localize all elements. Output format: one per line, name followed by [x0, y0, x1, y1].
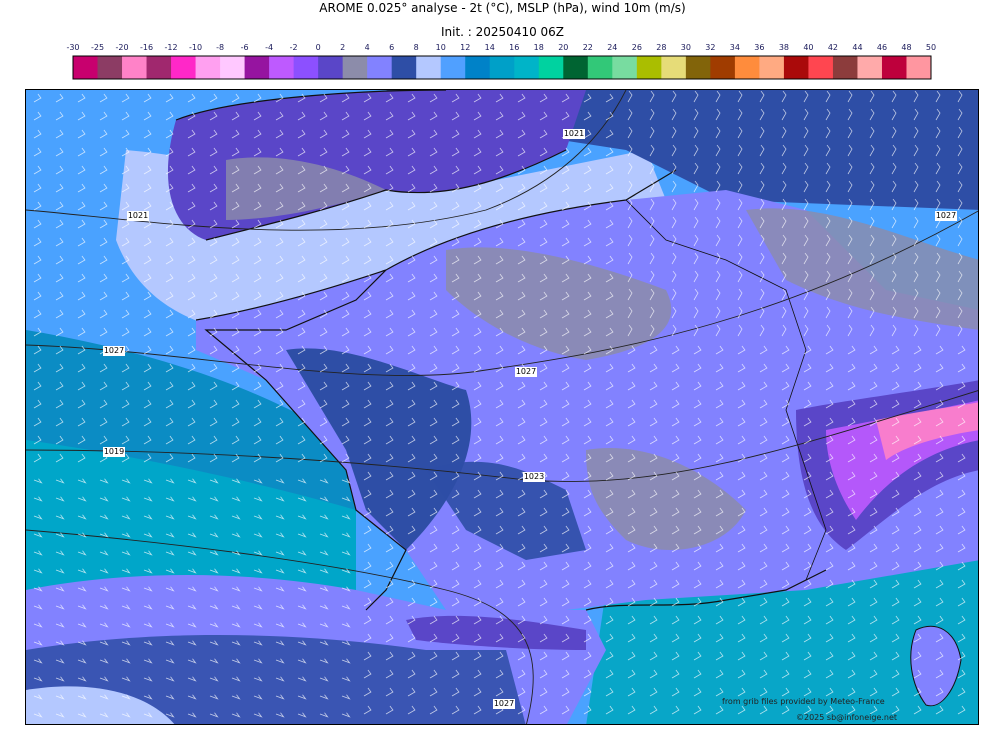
colorbar-tick-label: 50 [926, 43, 936, 52]
colorbar-cell [489, 56, 515, 79]
colorbar-tick-label: 46 [877, 43, 887, 52]
colorbar-tick-label: 16 [509, 43, 519, 52]
colorbar-cell [73, 56, 99, 79]
colorbar-cell [612, 56, 638, 79]
colorbar-tick-label: 12 [460, 43, 470, 52]
colorbar-tick-label: 18 [534, 43, 544, 52]
colorbar-cell [318, 56, 344, 79]
colorbar-tick-label: 14 [485, 43, 495, 52]
colorbar-cell [146, 56, 172, 79]
colorbar-tick-label: 28 [656, 43, 666, 52]
colorbar-cell [857, 56, 883, 79]
colorbar-cell [734, 56, 760, 79]
colorbar-tick-label: 20 [558, 43, 568, 52]
map-canvas: 102110211027102710271023102310271019 [26, 90, 978, 724]
colorbar-tick-label: -16 [140, 43, 153, 52]
colorbar-tick-label: 8 [414, 43, 419, 52]
colorbar-tick-label: 40 [803, 43, 813, 52]
isobar-label: 1021 [127, 211, 149, 221]
colorbar-tick-label: 10 [436, 43, 446, 52]
colorbar-cell [832, 56, 858, 79]
isobar-label: 1027 [935, 211, 957, 221]
colorbar-tick-label: 22 [583, 43, 593, 52]
svg-text:1027: 1027 [494, 699, 514, 708]
colorbar-cell [269, 56, 295, 79]
colorbar-tick-label: 2 [340, 43, 345, 52]
colorbar-tick-label: 26 [632, 43, 642, 52]
colorbar-cell [710, 56, 736, 79]
colorbar-tick-label: -8 [216, 43, 224, 52]
colorbar-cell [391, 56, 417, 79]
colorbar-cell [783, 56, 809, 79]
colorbar-cell [220, 56, 246, 79]
svg-text:1021: 1021 [564, 129, 584, 138]
colorbar-tick-label: 42 [828, 43, 838, 52]
isobar-label: 1027 [493, 699, 515, 709]
colorbar-cell [342, 56, 368, 79]
colorbar-tick-label: -20 [115, 43, 128, 52]
copyright-credit: ©2025 sb@infoneige.net [796, 713, 898, 722]
isobar-label: 1021 [563, 129, 585, 139]
colorbar-tick-label: -25 [91, 43, 104, 52]
colorbar-cell [587, 56, 613, 79]
isobar-label: 1023 [523, 472, 545, 482]
colorbar-tick-label: -6 [241, 43, 249, 52]
svg-text:1027: 1027 [516, 367, 536, 376]
colorbar-cell [906, 56, 932, 79]
isobar-label: 1027 [103, 346, 125, 356]
colorbar-cell [195, 56, 221, 79]
colorbar-cell [538, 56, 564, 79]
colorbar-cell [465, 56, 491, 79]
weather-map: 102110211027102710271023102310271019 [25, 89, 979, 725]
svg-text:1019: 1019 [104, 447, 124, 456]
colorbar-cell [416, 56, 442, 79]
colorbar-cell [514, 56, 540, 79]
colorbar-tick-label: 44 [852, 43, 862, 52]
svg-text:1027: 1027 [104, 346, 124, 355]
colorbar-cell [171, 56, 197, 79]
colorbar-cell [808, 56, 834, 79]
colorbar-cell [440, 56, 466, 79]
colorbar-cell [122, 56, 148, 79]
colorbar-cell [244, 56, 270, 79]
colorbar-tick-label: -12 [165, 43, 178, 52]
colorbar-cell [97, 56, 123, 79]
svg-text:1023: 1023 [524, 472, 544, 481]
colorbar-cell [881, 56, 907, 79]
colorbar-tick-label: -4 [265, 43, 273, 52]
colorbar-tick-label: 32 [705, 43, 715, 52]
data-source-credit: from grib files provided by Meteo-France [722, 697, 885, 706]
svg-text:1027: 1027 [936, 211, 956, 220]
temperature-colorbar: -30 -25 -20 -16 -12 -10 -8 -6 -4 -2 0 2 4 6 8 10 12 14 16 1… [66, 43, 936, 80]
colorbar-tick-label: -30 [66, 43, 79, 52]
colorbar-tick-label: 30 [681, 43, 691, 52]
colorbar-tick-label: 4 [365, 43, 370, 52]
colorbar-cell [759, 56, 785, 79]
colorbar-tick-label: 0 [316, 43, 321, 52]
colorbar-tick-label: 38 [779, 43, 789, 52]
colorbar-tick-label: 34 [730, 43, 740, 52]
colorbar-cell [685, 56, 711, 79]
colorbar-cell [563, 56, 589, 79]
colorbar-cell [293, 56, 319, 79]
colorbar-cell [367, 56, 393, 79]
colorbar-tick-label: 6 [389, 43, 394, 52]
colorbar-tick-label: 36 [754, 43, 764, 52]
colorbar-tick-label: 24 [607, 43, 617, 52]
colorbar-tick-label: 48 [901, 43, 911, 52]
colorbar-tick-label: -2 [290, 43, 298, 52]
colorbar-cell [661, 56, 687, 79]
svg-text:1021: 1021 [128, 211, 148, 220]
isobar-label: 1027 [515, 367, 537, 377]
colorbar-cell [636, 56, 662, 79]
colorbar-tick-label: -10 [189, 43, 202, 52]
isobar-label: 1019 [103, 447, 125, 457]
